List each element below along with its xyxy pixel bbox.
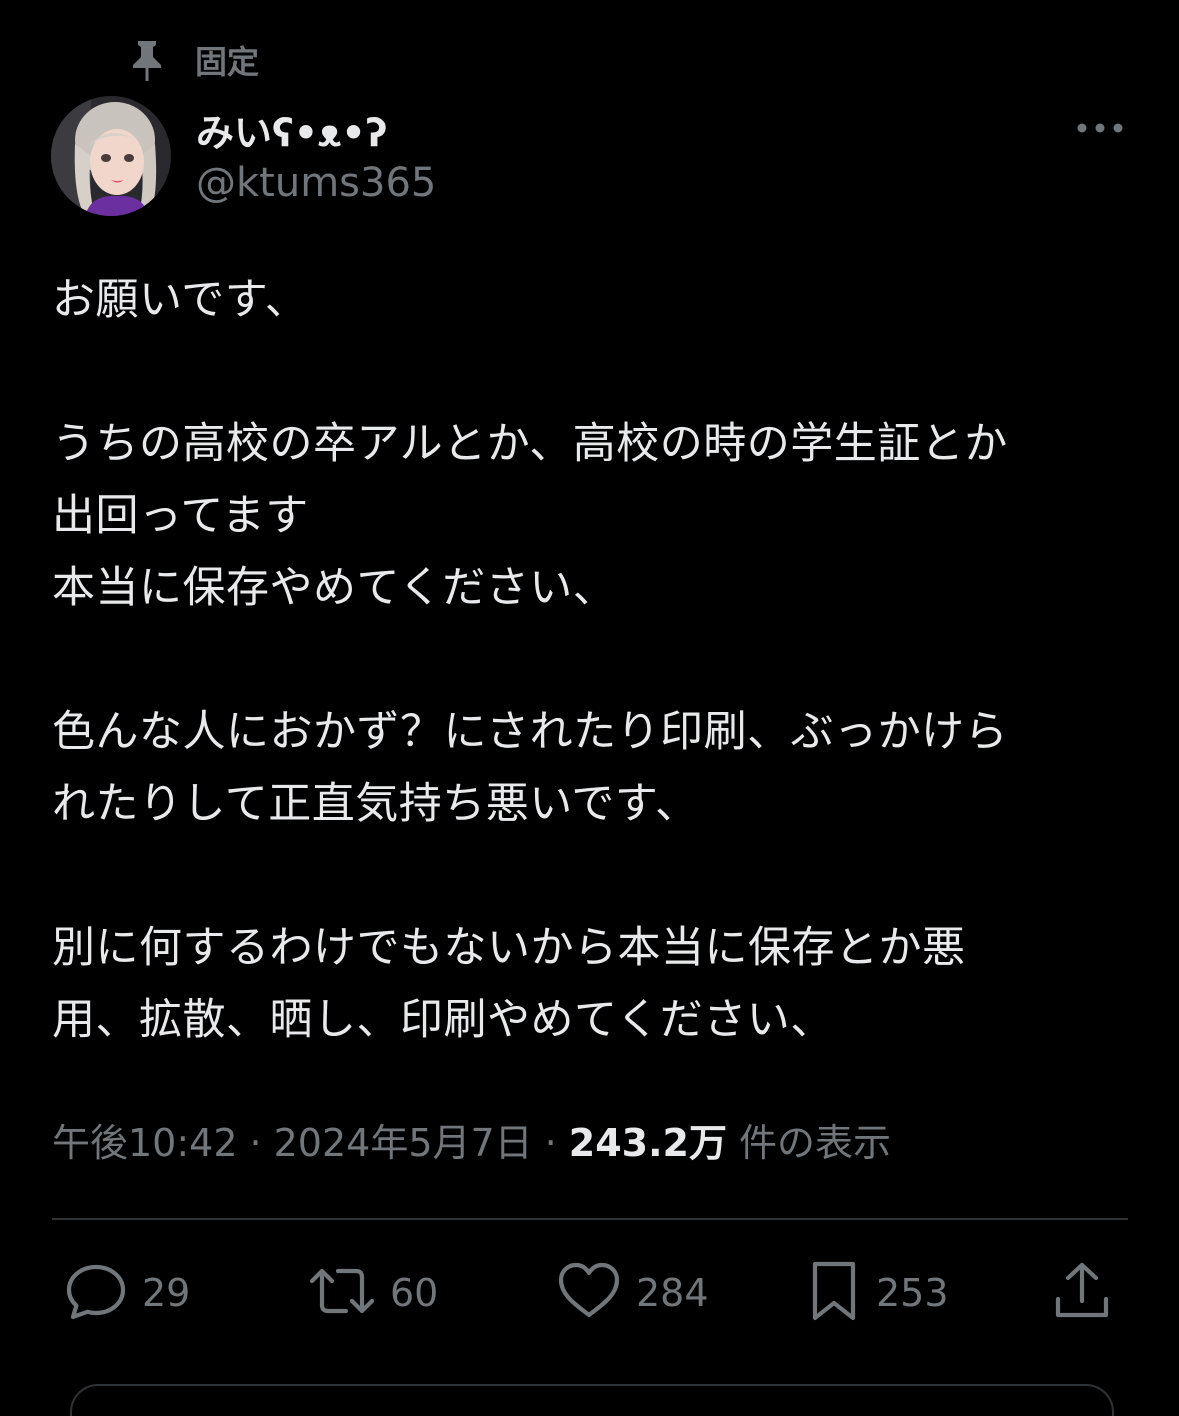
share-icon (1052, 1259, 1112, 1327)
like-button[interactable]: 284 (556, 1258, 709, 1328)
bookmark-count: 253 (876, 1271, 949, 1315)
views-label: 件の表示 (738, 1121, 891, 1165)
pinned-indicator: 固定 (126, 36, 259, 84)
meta-separator: · (544, 1121, 557, 1165)
retweet-button[interactable]: 60 (308, 1258, 438, 1328)
more-options-icon[interactable] (1072, 108, 1128, 148)
meta-separator: · (249, 1121, 262, 1165)
share-button[interactable] (1052, 1258, 1112, 1328)
reply-button[interactable]: 29 (64, 1258, 190, 1328)
author-display-name[interactable]: みいʕ•ᴥ•ʔ (196, 102, 388, 157)
pin-icon (126, 37, 168, 83)
retweet-icon (308, 1259, 376, 1327)
bookmark-icon (806, 1259, 862, 1327)
reply-icon (64, 1259, 128, 1327)
author-handle[interactable]: @ktums365 (196, 160, 436, 206)
heart-icon (556, 1259, 622, 1327)
divider (52, 1218, 1128, 1220)
reply-composer-edge (70, 1384, 1114, 1416)
tweet-meta: 午後10:42 · 2024年5月7日 · 243.2万 件の表示 (52, 1112, 891, 1167)
reply-count: 29 (142, 1271, 191, 1315)
tweet-text: お願いです、 うちの高校の卒アルとか、高校の時の学生証とか 出回ってます 本当に… (52, 275, 1009, 1045)
tweet-date[interactable]: 2024年5月7日 (274, 1112, 533, 1167)
tweet-time[interactable]: 午後10:42 (52, 1112, 238, 1167)
avatar[interactable] (51, 96, 171, 216)
views-count[interactable]: 243.2万 (569, 1112, 727, 1167)
retweet-count: 60 (390, 1271, 439, 1315)
pinned-label: 固定 (195, 43, 260, 81)
bookmark-button[interactable]: 253 (806, 1258, 949, 1328)
like-count: 284 (636, 1271, 709, 1315)
